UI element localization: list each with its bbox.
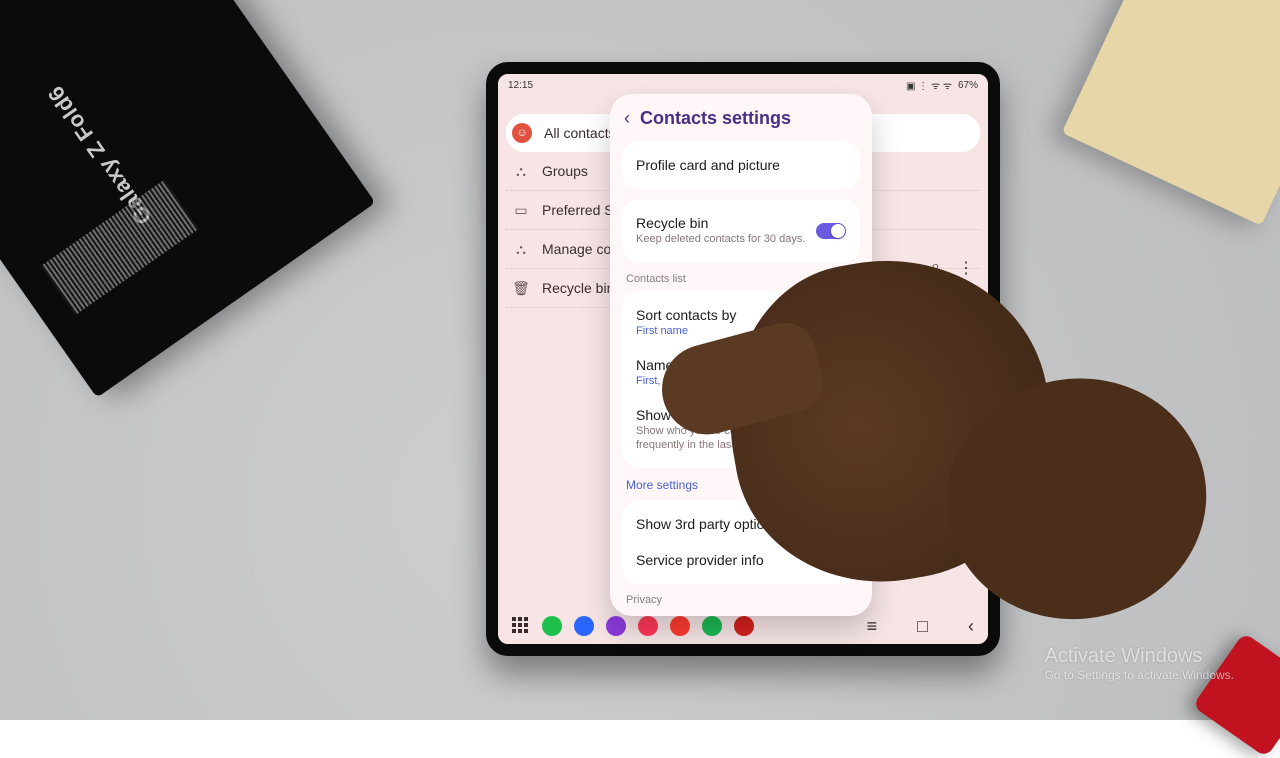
item-service-provider[interactable]: Service provider info: [622, 542, 860, 578]
dock-app-youtube[interactable]: [670, 616, 690, 636]
section-contacts-list: Contacts list: [626, 273, 856, 285]
item-value: First name: [636, 325, 846, 337]
status-time: 12:15: [508, 80, 533, 91]
item-title: Service provider info: [636, 552, 846, 568]
dock-app-phone[interactable]: [542, 616, 562, 636]
drawer-item-label: Recycle bin: [542, 280, 614, 296]
item-third-party[interactable]: Show 3rd party options: [622, 506, 860, 542]
person-icon: ☺: [512, 123, 532, 143]
item-title: Sort contacts by: [636, 307, 846, 323]
drawer-item-label: Preferred SI: [542, 202, 617, 218]
manage-icon: ⛬: [512, 241, 530, 258]
drawer-item-label: Manage co: [542, 241, 611, 257]
status-icons: ▣ ⋮ ᯤ ᯤ 67%: [906, 78, 978, 92]
item-sort-contacts[interactable]: Sort contacts by First name: [622, 297, 860, 347]
item-name-format[interactable]: Name format First, last: [622, 347, 860, 397]
item-title: Show 3rd party options: [636, 516, 779, 532]
search-hint: Se: [957, 316, 974, 332]
drawer-item-label: All contacts: [544, 125, 616, 141]
item-title: Show frequently contacted: [636, 407, 806, 423]
back-icon[interactable]: ‹: [624, 108, 630, 129]
toggle-frequently-contacted[interactable]: [816, 422, 846, 438]
sim-icon: ▭: [512, 202, 530, 219]
contacts-settings-popup: ‹ Contacts settings Profile card and pic…: [610, 94, 872, 616]
item-title: Recycle bin: [636, 215, 805, 231]
nav-home[interactable]: □: [917, 616, 928, 637]
item-subtitle: Show who you've contacted frequently in …: [636, 425, 806, 453]
dock-app-pdf[interactable]: [734, 616, 754, 636]
watermark-title: Activate Windows: [1045, 645, 1234, 668]
status-bar: 12:15 ▣ ⋮ ᯤ ᯤ 67%: [498, 74, 988, 96]
dock-app-star[interactable]: [638, 616, 658, 636]
photo-background: Galaxy Z Fold6 12:15 ▣ ⋮ ᯤ ᯤ 67% ☺ All c…: [0, 0, 1280, 720]
privacy-label: Privacy: [626, 594, 856, 606]
toggle-third-party[interactable]: [816, 516, 846, 532]
toggle-recycle-bin[interactable]: [816, 223, 846, 239]
popup-title: Contacts settings: [640, 108, 791, 129]
item-frequently-contacted[interactable]: Show frequently contacted Show who you'v…: [622, 397, 860, 463]
dock-app-messages[interactable]: [574, 616, 594, 636]
item-title: Name format: [636, 357, 846, 373]
more-settings-link[interactable]: More settings: [626, 478, 856, 492]
more-icon[interactable]: ⋮: [958, 258, 974, 278]
search-icon[interactable]: ⌕: [931, 258, 940, 278]
status-battery: 67%: [958, 80, 978, 91]
drawer-item-label: Groups: [542, 163, 588, 179]
item-recycle-bin[interactable]: Recycle bin Keep deleted contacts for 30…: [622, 205, 860, 257]
item-profile-card[interactable]: Profile card and picture: [622, 147, 860, 183]
app-drawer-icon[interactable]: [512, 617, 530, 635]
status-net-icons: ▣ ⋮ ᯤ ᯤ: [906, 78, 952, 92]
trash-icon: 🗑: [512, 280, 530, 297]
item-title: Profile card and picture: [636, 157, 846, 173]
nav-back[interactable]: ‹: [968, 616, 974, 637]
groups-icon: ⛬: [512, 163, 530, 180]
dock-app-rakuten[interactable]: [606, 616, 626, 636]
nav-recents[interactable]: ≡: [867, 616, 878, 637]
item-value: First, last: [636, 375, 846, 387]
watermark-sub: Go to Settings to activate Windows.: [1045, 668, 1234, 682]
tablet-device: 12:15 ▣ ⋮ ᯤ ᯤ 67% ☺ All contacts ⛬ Group…: [486, 62, 1000, 656]
item-subtitle: Keep deleted contacts for 30 days.: [636, 233, 805, 247]
dock-app-spotify[interactable]: [702, 616, 722, 636]
windows-activation-watermark: Activate Windows Go to Settings to activ…: [1045, 645, 1234, 682]
dock: [512, 616, 754, 636]
